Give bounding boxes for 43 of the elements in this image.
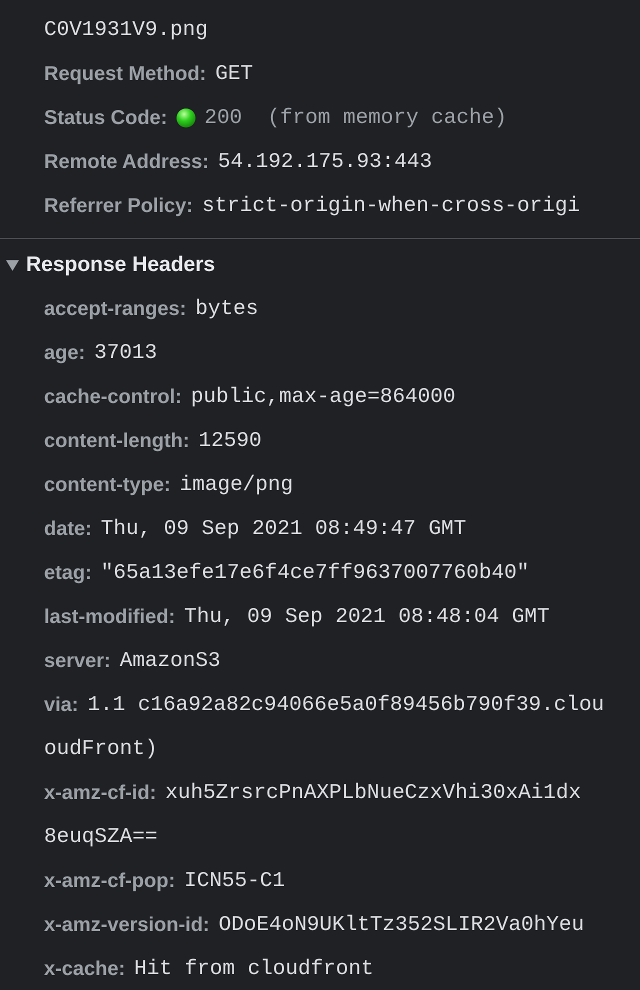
header-name: accept-ranges: xyxy=(44,298,186,320)
header-name: Request Method: xyxy=(44,62,206,86)
header-name: x-cache: xyxy=(44,958,126,980)
header-value: GET xyxy=(215,62,254,86)
header-name: age: xyxy=(44,342,86,364)
header-name: via: xyxy=(44,694,78,716)
header-value: 12590 xyxy=(198,430,262,452)
header-name: x-amz-version-id: xyxy=(44,914,210,936)
caret-icon xyxy=(6,260,19,270)
header-name: Referrer Policy: xyxy=(44,194,193,218)
header-value: ODoE4oN9UKltTz352SLIR2Va0hYeu xyxy=(218,914,584,936)
header-value: C0V1931V9.png xyxy=(44,18,208,42)
header-name: date: xyxy=(44,518,92,540)
header-value: Thu, 09 Sep 2021 08:48:04 GMT xyxy=(184,606,550,628)
header-name: content-type: xyxy=(44,474,171,496)
section-toggle[interactable]: Response Headers xyxy=(0,243,640,287)
header-name: Remote Address: xyxy=(44,150,209,174)
header-value: ICN55-C1 xyxy=(184,870,285,892)
header-value: strict-origin-when-cross-origi xyxy=(202,194,580,218)
header-value: Thu, 09 Sep 2021 08:49:47 GMT xyxy=(100,518,466,540)
header-value: image/png xyxy=(180,474,294,496)
header-value: xuh5ZrsrcPnAXPLbNueCzxVhi30xAi1dx xyxy=(165,782,582,804)
header-value: bytes xyxy=(195,298,258,320)
status-dot-icon xyxy=(176,108,196,128)
header-value: "65a13efe17e6f4ce7ff9637007760b40" xyxy=(100,562,530,584)
header-value: oudFront) xyxy=(44,738,158,760)
header-name: etag: xyxy=(44,562,92,584)
section-title: Response Headers xyxy=(26,253,216,277)
header-value: 54.192.175.93:443 xyxy=(218,150,432,174)
header-name: x-amz-cf-pop: xyxy=(44,870,176,892)
header-name: last-modified: xyxy=(44,606,176,628)
header-value: AmazonS3 xyxy=(120,650,221,672)
header-value: 1.1 c16a92a82c94066e5a0f89456b790f39.clou xyxy=(87,694,604,716)
header-name: server: xyxy=(44,650,111,672)
header-value: 200 (from memory cache) xyxy=(204,106,507,130)
header-name: Status Code: xyxy=(44,106,168,130)
header-value: public,max-age=864000 xyxy=(190,386,456,408)
header-name: cache-control: xyxy=(44,386,182,408)
header-name: x-amz-cf-id: xyxy=(44,782,156,804)
header-value: 37013 xyxy=(94,342,158,364)
header-value: 8euqSZA== xyxy=(44,826,158,848)
header-value: Hit from cloudfront xyxy=(134,958,374,980)
header-name: content-length: xyxy=(44,430,190,452)
